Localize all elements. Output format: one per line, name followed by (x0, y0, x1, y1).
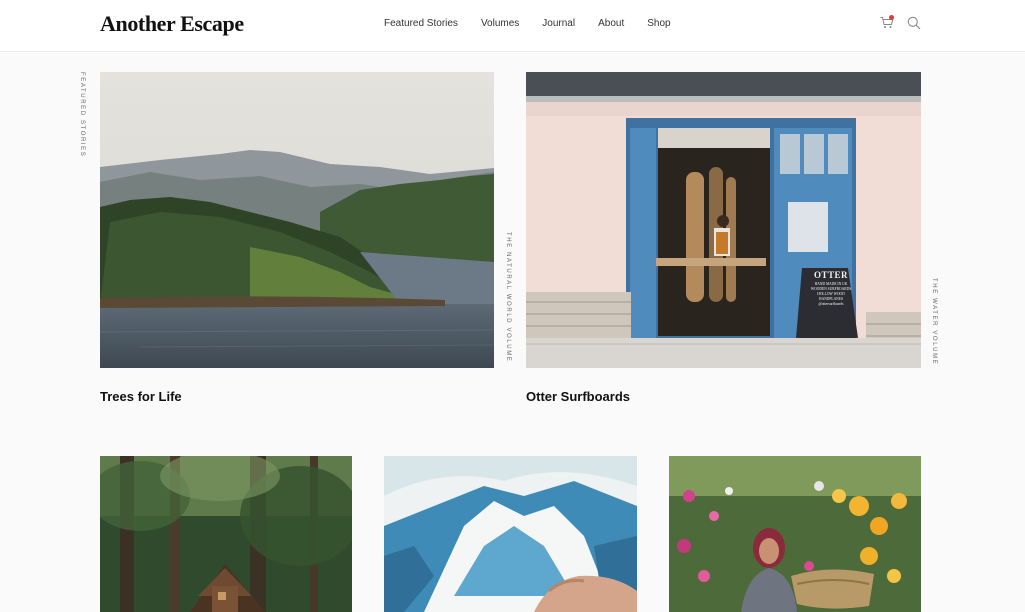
site-header: Another Escape Featured Stories Volumes … (0, 0, 1025, 52)
nav-volumes[interactable]: Volumes (481, 18, 519, 29)
shop-sign-line: @ottersurfboards (818, 302, 844, 306)
story-image-trees-for-life[interactable] (100, 72, 494, 368)
nav-journal[interactable]: Journal (542, 18, 575, 29)
shop-sign: OTTER HAND MADE IN UK WOODEN SURFBOARDS … (810, 270, 852, 307)
story-image-flower-garden-portrait[interactable] (669, 456, 921, 612)
search-icon[interactable] (907, 16, 921, 30)
story-image-forest-cabin[interactable] (100, 456, 352, 612)
story-title-trees-for-life[interactable]: Trees for Life (100, 389, 182, 404)
cart-badge (889, 15, 894, 20)
nav-featured-stories[interactable]: Featured Stories (384, 18, 458, 29)
volume-label-water[interactable]: The Water Volume (931, 278, 937, 365)
main-nav: Featured Stories Volumes Journal About S… (384, 18, 694, 29)
section-label-featured-stories: Featured Stories (79, 72, 85, 158)
volume-label-natural-world[interactable]: The Natural World Volume (505, 232, 511, 362)
story-title-otter-surfboards[interactable]: Otter Surfboards (526, 389, 630, 404)
story-image-mountain-painting[interactable] (384, 456, 637, 612)
nav-shop[interactable]: Shop (647, 18, 670, 29)
site-logo[interactable]: Another Escape (100, 11, 244, 37)
shop-sign-brand: OTTER (813, 270, 848, 280)
cart-icon[interactable] (880, 15, 894, 29)
story-image-otter-surfboards[interactable]: OTTER HAND MADE IN UK WOODEN SURFBOARDS … (526, 72, 921, 368)
nav-about[interactable]: About (598, 18, 624, 29)
